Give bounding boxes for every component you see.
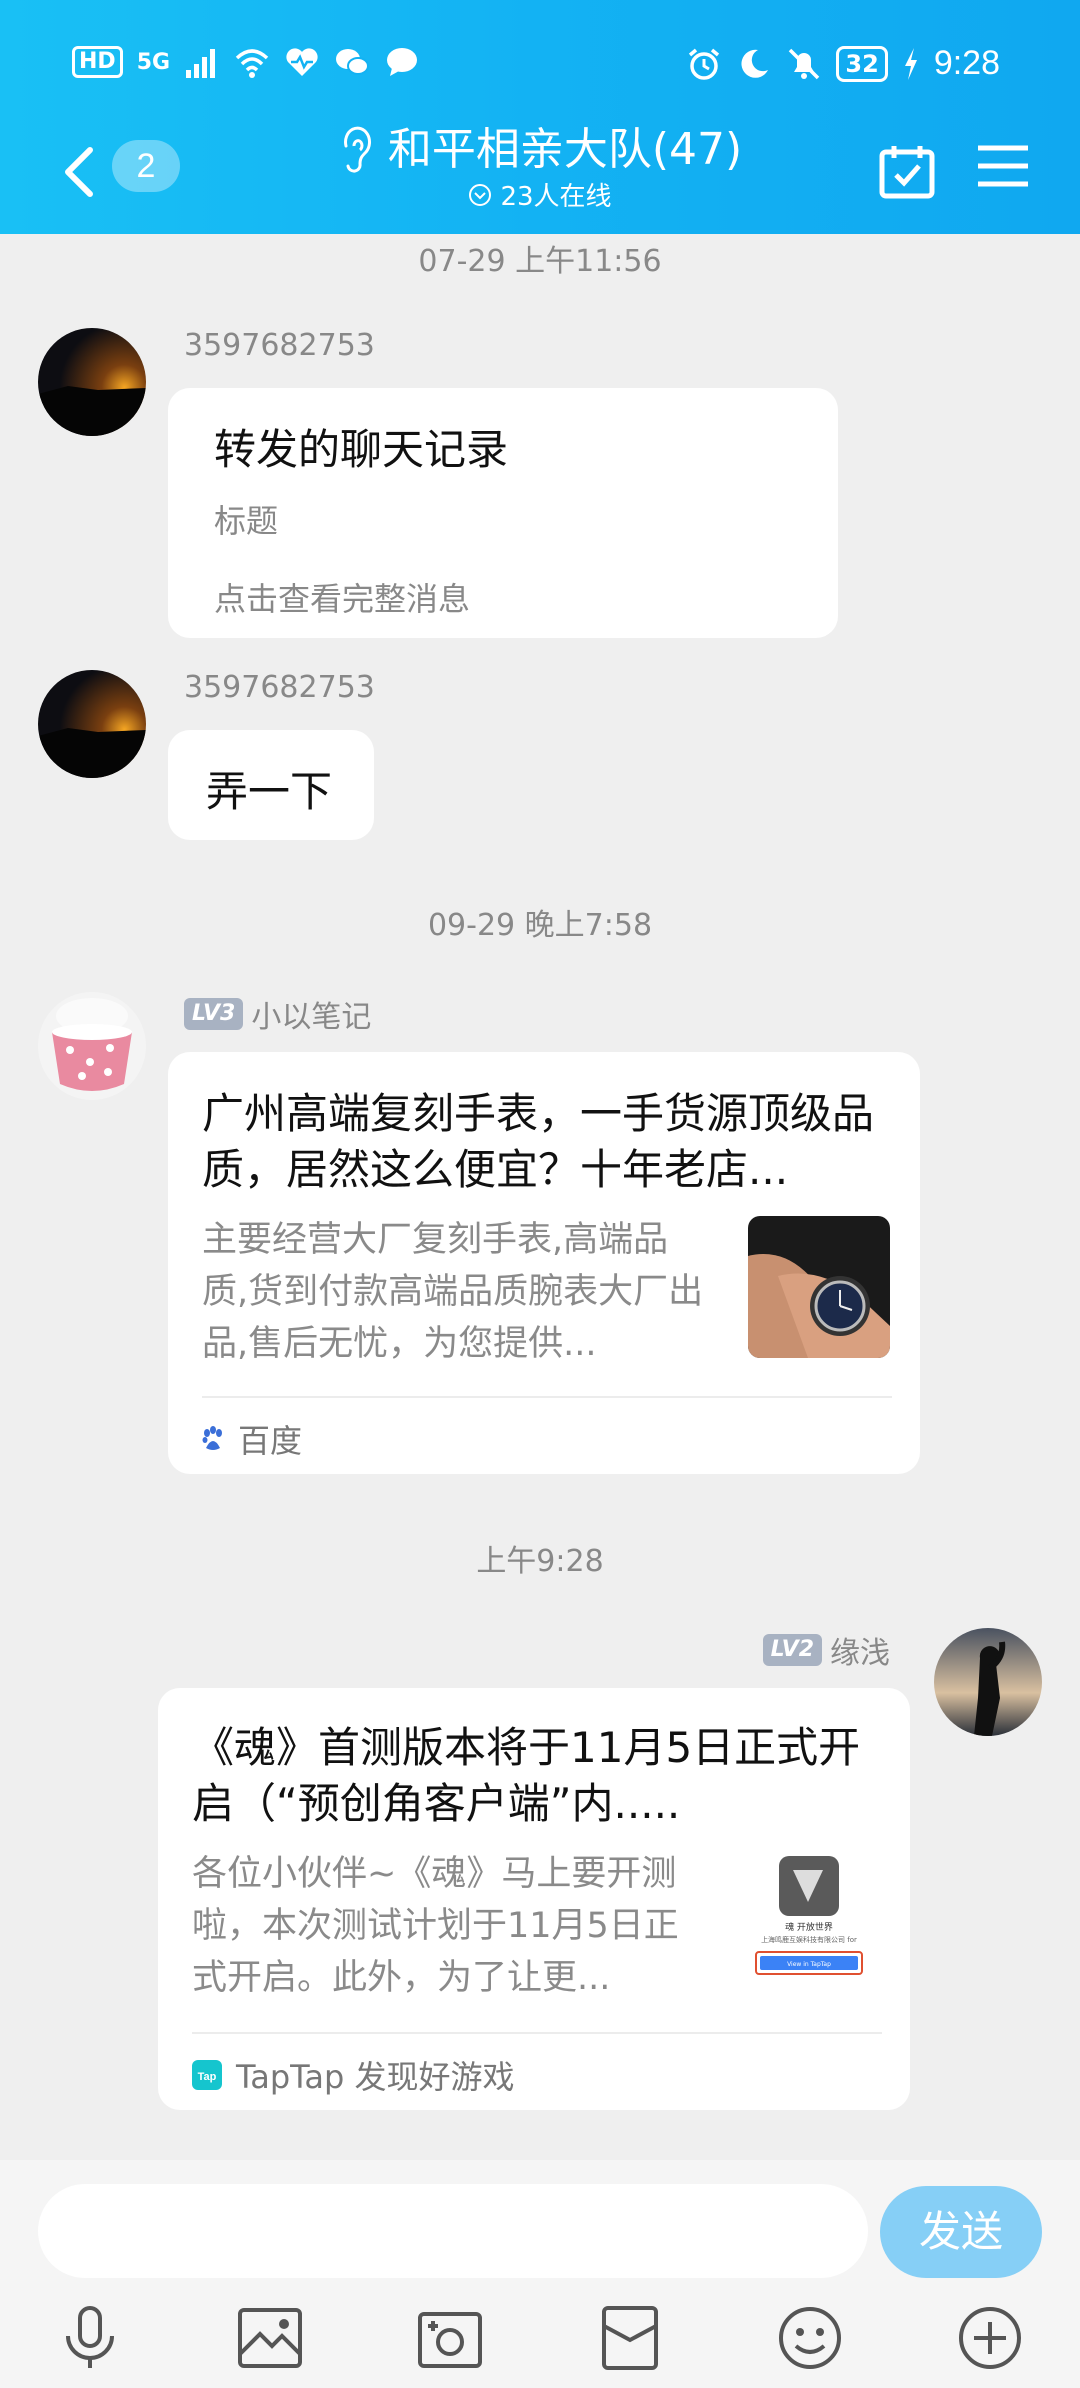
link-card[interactable]: 广州高端复刻手表，一手货源顶级品质，居然这么便宜？十年老店... 主要经营大厂复… (168, 1052, 920, 1474)
signal-icon (186, 49, 216, 78)
plus-icon[interactable] (956, 2304, 1024, 2372)
sender-name: 3597682753 (184, 328, 375, 363)
input-area: 发送 (0, 2160, 1080, 2388)
chevron-down-circle-icon (469, 183, 492, 206)
timestamp: 09-29 晚上7:58 (427, 908, 653, 943)
clock: 9:28 (933, 44, 1000, 82)
ear-icon (343, 126, 371, 173)
hd-indicator: HD (72, 46, 123, 78)
my-avatar[interactable] (934, 1628, 1042, 1736)
chat-header: HD 5G 32 9:28 2 和平相亲大队(47) 23人在线 (0, 0, 1080, 234)
forward-title: 转发的聊天记录 (214, 425, 509, 474)
back-button[interactable] (58, 142, 98, 202)
avatar[interactable] (38, 328, 146, 436)
card-description: 主要经营大厂复刻手表,高端品质,货到付款高端品质腕表大厂出品,售后无忧，为您提供… (202, 1220, 704, 1364)
level-badge: LV2 (762, 1634, 822, 1666)
card-source: Tap TapTap 发现好游戏 (192, 2052, 515, 2098)
watch-thumbnail (748, 1216, 890, 1358)
battery-level: 32 (836, 45, 888, 82)
timestamp: 上午9:28 (476, 1544, 604, 1579)
nav-bar: 2 和平相亲大队(47) 23人在线 (0, 120, 1080, 234)
sender-info: LV3 小以笔记 (184, 992, 371, 1036)
card-source: 百度 (202, 1416, 302, 1462)
source-label: 百度 (238, 1422, 303, 1460)
red-packet-icon[interactable] (596, 2304, 664, 2372)
message-bubble[interactable]: 弄一下 (168, 730, 374, 840)
emoji-icon[interactable] (776, 2304, 844, 2372)
timestamp: 07-29 上午11:56 (418, 244, 662, 279)
online-count: 23人在线 (500, 182, 612, 212)
wechat-icon (336, 49, 370, 75)
charging-icon (904, 47, 917, 80)
alarm-icon (689, 48, 720, 80)
svg-text:Tap: Tap (198, 2071, 217, 2083)
sender-name: 缘浅 (830, 1636, 890, 1671)
card-title: 广州高端复刻手表，一手货源顶级品质，居然这么便宜？十年老店... (202, 1089, 875, 1194)
menu-button[interactable] (976, 142, 1030, 190)
message-icon (387, 48, 418, 76)
microphone-icon[interactable] (56, 2304, 124, 2372)
unread-count-badge[interactable]: 2 (112, 140, 180, 192)
message-text: 弄一下 (206, 767, 333, 816)
level-badge: LV3 (184, 998, 244, 1030)
card-description: 各位小伙伴~《魂》马上要开测啦，本次测试计划于11月5日正式开启。此外，为了让更… (192, 1854, 679, 1998)
status-bar: HD 5G 32 9:28 (0, 0, 1080, 130)
game-thumbnail: 魂 开放世界 上海鸣鹿互娱科技有限公司 for View in TapTap (738, 1850, 880, 1992)
sender-name: 小以笔记 (251, 1000, 372, 1035)
health-icon (286, 48, 318, 76)
thumbnail-button-label: View in TapTap (787, 1961, 831, 1968)
input-toolbar (0, 2288, 1080, 2388)
moon-icon (741, 49, 769, 78)
view-full-message-link: 点击查看完整消息 (214, 580, 471, 618)
card-divider (192, 2032, 882, 2034)
sender-info: LV2 缘浅 (762, 1628, 890, 1672)
card-divider (202, 1396, 892, 1398)
thumbnail-caption: 上海鸣鹿互娱科技有限公司 for (761, 1935, 857, 1944)
send-button[interactable]: 发送 (880, 2186, 1042, 2278)
message-input[interactable] (38, 2184, 868, 2278)
mute-icon (789, 48, 820, 79)
avatar[interactable] (38, 670, 146, 778)
chat-title-block[interactable]: 和平相亲大队(47) 23人在线 (300, 120, 780, 213)
taptap-icon: Tap (192, 2060, 222, 2090)
avatar[interactable] (38, 992, 146, 1100)
wifi-icon (235, 49, 269, 78)
sender-name: 3597682753 (184, 670, 375, 705)
card-title: 《魂》首测版本将于11月5日正式开启（“预创角客户端”内..... (192, 1723, 861, 1828)
forward-subtitle: 标题 (214, 502, 279, 540)
camera-icon[interactable] (416, 2304, 484, 2372)
thumbnail-caption: 魂 开放世界 (785, 1921, 833, 1933)
source-label: TapTap 发现好游戏 (236, 2058, 515, 2096)
link-card[interactable]: 《魂》首测版本将于11月5日正式开启（“预创角客户端”内..... 各位小伙伴~… (158, 1688, 910, 2110)
signal-label: 5G (136, 49, 171, 75)
photo-icon[interactable] (236, 2304, 304, 2372)
baidu-paw-icon (202, 1426, 222, 1450)
calendar-check-button[interactable] (878, 142, 936, 200)
forwarded-record-card[interactable]: 转发的聊天记录 标题 点击查看完整消息 (168, 388, 838, 638)
page-title: 和平相亲大队(47) (387, 124, 743, 175)
